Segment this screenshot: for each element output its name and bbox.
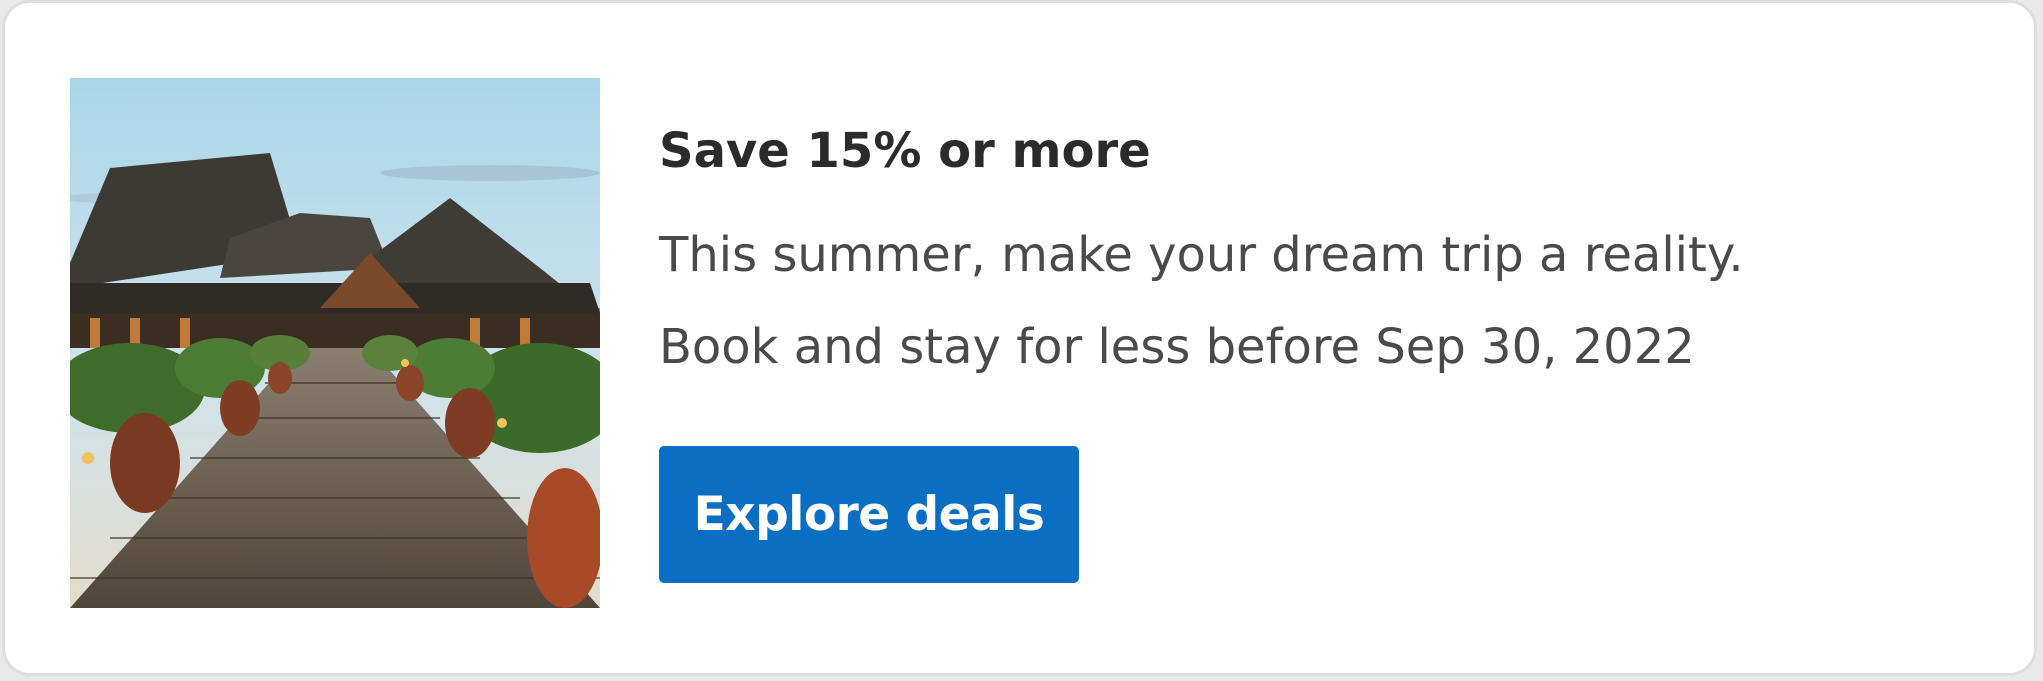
promo-description-line-2: Book and stay for less before Sep 30, 20… [659,319,1695,375]
promo-headline: Save 15% or more [659,123,1151,179]
explore-deals-button[interactable]: Explore deals [659,446,1079,583]
resort-pier-image [70,78,600,608]
promo-card: Save 15% or more This summer, make your … [2,0,2037,676]
promo-description-line-1: This summer, make your dream trip a real… [659,227,1744,283]
